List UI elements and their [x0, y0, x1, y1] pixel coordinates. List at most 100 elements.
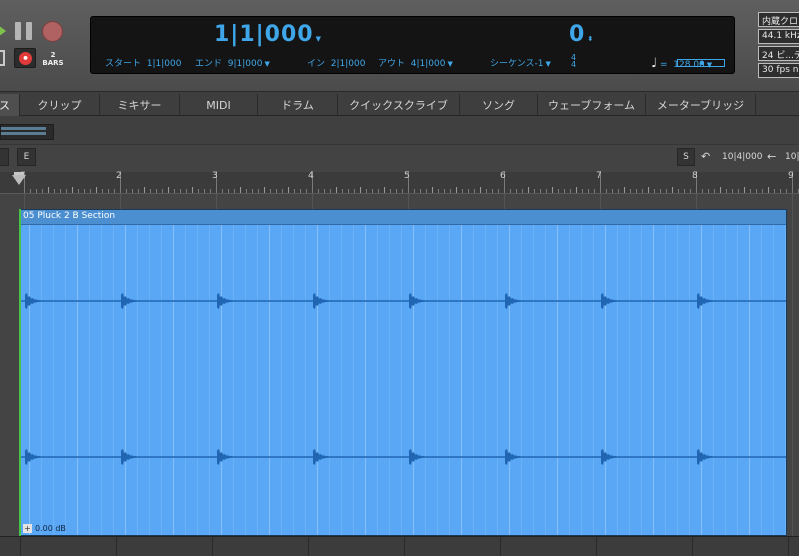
navigation-position[interactable]: 10|4|000: [722, 148, 762, 166]
count-bars[interactable]: 2 BARS: [40, 51, 66, 67]
edit-button[interactable]: E: [17, 148, 36, 166]
clip-grid-line: [497, 225, 498, 535]
beat-tick: [258, 189, 259, 193]
beat-tick: [168, 187, 169, 193]
beat-tick: [348, 189, 349, 193]
clip-grid-line: [617, 225, 618, 535]
clip-grid-line: [641, 225, 642, 535]
beat-tick: [714, 189, 715, 193]
tab-waveform[interactable]: ウェーブフォーム: [538, 94, 646, 116]
beat-tick: [522, 189, 523, 193]
play-button[interactable]: [0, 22, 6, 40]
beat-tick: [414, 189, 415, 193]
tab-arrange[interactable]: ス: [0, 94, 20, 116]
tab-meterbridge[interactable]: メーターブリッジ: [646, 94, 756, 116]
beat-tick: [48, 187, 49, 193]
timeline-ruler[interactable]: 123456789: [0, 171, 799, 194]
beat-tick: [486, 189, 487, 193]
tab-clip[interactable]: クリップ: [20, 94, 100, 116]
beat-tick: [252, 189, 253, 193]
clip-grid-line: [581, 225, 582, 535]
chevron-down-icon[interactable]: ▼: [546, 60, 551, 68]
clip-grid-line: [713, 225, 714, 535]
beat-tick: [666, 189, 667, 193]
gain-plus-icon[interactable]: +: [23, 524, 32, 533]
clip-grid-line: [221, 225, 222, 535]
clip-grid-line: [125, 225, 126, 535]
chevron-down-icon[interactable]: ▼: [707, 61, 712, 69]
clip-grid-line: [401, 225, 402, 535]
beat-tick: [540, 189, 541, 193]
solo-button[interactable]: S: [677, 148, 695, 166]
beat-tick: [192, 187, 193, 193]
undo-icon[interactable]: ↶: [701, 148, 710, 166]
sequence-selector[interactable]: シーケンス-1 ▼: [490, 56, 551, 69]
tab-midi[interactable]: MIDI: [180, 94, 258, 116]
clip-header[interactable]: 05 Pluck 2 B Section: [21, 210, 786, 225]
clip-grid-line: [665, 225, 666, 535]
status-sample-rate[interactable]: 44.1 kHz: [758, 29, 799, 44]
waveform-transient: [601, 293, 623, 309]
clip-grid-line: [473, 225, 474, 535]
beat-tick: [246, 189, 247, 193]
arrow-left-icon[interactable]: ←: [767, 148, 776, 166]
waveform-transient: [601, 449, 623, 465]
tab-mixer[interactable]: ミキサー: [100, 94, 180, 116]
start-field[interactable]: スタート 1|1|000: [105, 56, 181, 69]
in-field[interactable]: イン 2|1|000: [307, 56, 365, 69]
beat-tick: [144, 187, 145, 193]
chevron-down-icon[interactable]: ▼: [264, 60, 269, 68]
chevron-down-icon[interactable]: ▼: [316, 35, 322, 43]
beat-tick: [636, 189, 637, 193]
time-signature[interactable]: 4 4: [571, 54, 576, 69]
beat-tick: [618, 189, 619, 193]
track-add-button[interactable]: [0, 148, 9, 166]
tab-quickscribe[interactable]: クイックスクライブ: [338, 94, 460, 116]
beat-tick: [756, 189, 757, 193]
loop-icon[interactable]: [0, 50, 5, 66]
secondary-counter[interactable]: 0 ⬍: [569, 22, 594, 47]
start-value: 1|1|000: [146, 59, 182, 69]
clip-grid-line: [605, 225, 606, 535]
audio-clip[interactable]: 05 Pluck 2 B Section +0.00 dB: [20, 209, 787, 536]
playhead-marker[interactable]: [12, 175, 26, 185]
clip-gain[interactable]: +0.00 dB: [23, 524, 66, 533]
out-label: アウト: [378, 59, 406, 69]
beat-tick: [450, 189, 451, 193]
navigation-position-2[interactable]: 10|: [785, 148, 799, 166]
record-button[interactable]: [42, 21, 63, 42]
chevron-updown-icon[interactable]: ⬍: [587, 35, 594, 43]
status-frame-rate[interactable]: 30 fps nc: [758, 63, 799, 78]
beat-tick: [306, 189, 307, 193]
beat-tick: [378, 189, 379, 193]
clip-grid-line: [437, 225, 438, 535]
count-in-button[interactable]: •: [14, 48, 36, 68]
beat-tick: [564, 189, 565, 193]
beat-tick: [132, 189, 133, 193]
beat-tick: [768, 187, 769, 193]
tempo-field[interactable]: ♩ = 128.00 ▼: [651, 56, 712, 71]
end-value: 9|1|000: [227, 59, 263, 69]
position-counter[interactable]: 1|1|000 ▼: [214, 22, 322, 47]
end-field[interactable]: エンド 9|1|000 ▼: [195, 56, 270, 69]
beat-tick: [690, 189, 691, 193]
beat-tick: [786, 189, 787, 193]
tab-drum[interactable]: ドラム: [258, 94, 338, 116]
beat-tick: [612, 189, 613, 193]
tab-song[interactable]: ソング: [460, 94, 538, 116]
status-bit-depth[interactable]: 24 ビ...テ: [758, 46, 799, 61]
beat-tick: [762, 189, 763, 193]
clip-grid-line: [677, 225, 678, 535]
pause-button[interactable]: [15, 22, 33, 40]
clip-grid-line: [113, 225, 114, 535]
status-clock-source[interactable]: 内蔵クロ: [758, 12, 799, 27]
chevron-down-icon[interactable]: ▼: [447, 60, 452, 68]
clip-grid-line: [653, 225, 654, 535]
beat-tick: [498, 189, 499, 193]
bottom-scroll-area[interactable]: [0, 536, 799, 556]
out-field[interactable]: アウト 4|1|000 ▼: [378, 56, 453, 69]
session-start-marker: [19, 209, 21, 536]
beat-tick: [732, 189, 733, 193]
in-label: イン: [307, 59, 326, 69]
beat-tick: [324, 189, 325, 193]
